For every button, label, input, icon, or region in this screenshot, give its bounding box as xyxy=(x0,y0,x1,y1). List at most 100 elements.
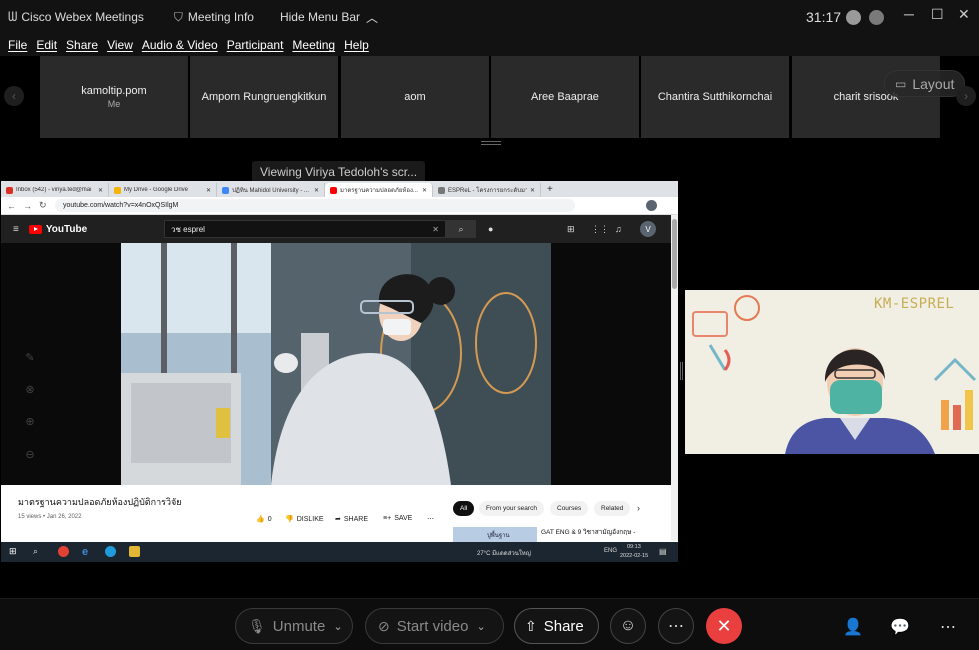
microphone-icon[interactable]: ● xyxy=(488,224,493,234)
browser-tab[interactable]: ปฏิทิน Mahidol University - ... ✕ xyxy=(217,183,325,197)
dislike-button[interactable]: 👎 DISLIKE xyxy=(285,515,324,524)
more-options-button[interactable]: ⋯ xyxy=(658,608,694,644)
menu-participant[interactable]: Participant xyxy=(227,38,284,52)
maximize-icon[interactable]: ☐ xyxy=(931,6,944,23)
clear-search-icon[interactable]: ✕ xyxy=(432,225,439,234)
chrome-icon[interactable] xyxy=(58,546,69,557)
start-video-button[interactable]: ⊘ Start video ⌄ xyxy=(365,608,504,644)
ie-icon[interactable]: e xyxy=(82,546,93,558)
apps-icon[interactable]: ⋮⋮ xyxy=(591,224,609,235)
menu-audio-video[interactable]: Audio & Video xyxy=(142,38,218,52)
windows-start-icon[interactable]: ⊞ xyxy=(9,546,20,557)
file-explorer-icon[interactable] xyxy=(129,546,140,557)
search-icon[interactable]: ⌕ xyxy=(33,546,44,557)
weather-text[interactable]: 27°C มีแดดส่วนใหญ่ xyxy=(477,548,531,558)
menu-view[interactable]: View xyxy=(107,38,133,52)
hamburger-menu-icon[interactable]: ≡ xyxy=(13,224,19,235)
participant-tile[interactable]: charit srisook xyxy=(792,56,940,138)
reload-icon[interactable]: ↻ xyxy=(39,200,47,211)
chevron-down-icon[interactable]: ⌄ xyxy=(333,620,342,633)
chip-all[interactable]: All xyxy=(453,501,475,516)
tab-close-icon[interactable]: ✕ xyxy=(206,187,211,194)
save-video-label: SAVE xyxy=(394,515,413,522)
menu-meeting[interactable]: Meeting xyxy=(292,38,335,52)
save-video-button[interactable]: ≡+ SAVE xyxy=(383,515,412,522)
unmute-button[interactable]: 🎙 Unmute ⌄ xyxy=(235,608,353,644)
title-bar: ᗯ Cisco Webex Meetings ⛉ Meeting Info Hi… xyxy=(0,0,979,34)
participant-tile[interactable]: kamoltip.pom Me xyxy=(40,56,188,138)
more-actions-icon[interactable]: ⋯ xyxy=(427,515,434,523)
avatar[interactable]: V xyxy=(640,221,656,237)
browser-tab-label: My Drive - Google Drive xyxy=(124,187,189,193)
network-status-icon[interactable] xyxy=(869,10,884,25)
browser-tab[interactable]: My Drive - Google Drive ✕ xyxy=(109,183,217,197)
minimize-icon[interactable]: ─ xyxy=(904,6,914,22)
menu-edit[interactable]: Edit xyxy=(36,38,57,52)
share-button[interactable]: ⇧ Share xyxy=(514,608,599,644)
close-icon[interactable]: ✕ xyxy=(958,6,970,23)
zoom-in-icon[interactable]: ⊕ xyxy=(24,415,36,428)
edge-icon[interactable] xyxy=(105,546,116,557)
zoom-out-icon[interactable]: ⊖ xyxy=(24,448,36,461)
chip-courses[interactable]: Courses xyxy=(550,501,589,516)
tab-close-icon[interactable]: ✕ xyxy=(530,187,535,194)
participants-icon[interactable]: 👤 xyxy=(842,616,864,638)
pane-resize-handle[interactable] xyxy=(680,362,683,380)
menu-file[interactable]: File xyxy=(8,38,27,52)
clock-time[interactable]: 09:13 xyxy=(627,544,641,550)
scroll-right-icon[interactable]: › xyxy=(956,86,976,106)
chat-icon[interactable]: 💬 xyxy=(889,616,911,638)
chip-related[interactable]: Related xyxy=(594,501,631,516)
chips-next-icon[interactable]: › xyxy=(637,503,640,513)
page-scrollbar-thumb[interactable] xyxy=(672,219,677,289)
participant-tile[interactable]: Aree Baaprae xyxy=(491,56,639,138)
microphone-muted-icon: 🎙 xyxy=(248,617,266,634)
browser-tab-active[interactable]: มาตรฐานความปลอดภัยห้อง... ✕ xyxy=(325,183,433,197)
video-player[interactable] xyxy=(121,243,551,485)
participant-tile[interactable]: Chantira Sutthikornchai xyxy=(641,56,789,138)
tab-close-icon[interactable]: ✕ xyxy=(98,187,103,194)
back-icon[interactable]: ← xyxy=(7,201,16,211)
chip-from-your-search[interactable]: From your search xyxy=(479,501,544,516)
like-button[interactable]: 👍 0 xyxy=(256,515,272,524)
chevron-down-icon[interactable]: ⌄ xyxy=(476,620,485,633)
forward-icon[interactable]: → xyxy=(23,201,32,211)
layout-button[interactable]: ▭ Layout xyxy=(884,70,966,97)
hide-menu-bar-button[interactable]: Hide Menu Bar ︿ xyxy=(280,9,378,26)
avatar-letter: V xyxy=(645,224,651,234)
create-video-icon[interactable]: ⊞ xyxy=(567,224,575,235)
profile-icon[interactable] xyxy=(646,200,657,211)
participant-tile[interactable]: Amporn Rungruengkitkun xyxy=(190,56,338,138)
language-indicator[interactable]: ENG xyxy=(604,548,617,554)
participant-tile[interactable]: aom xyxy=(341,56,489,138)
strip-resize-handle[interactable] xyxy=(481,141,501,145)
clock-date[interactable]: 2022-02-15 xyxy=(620,553,648,559)
presenter-video[interactable]: KM-ESPREL xyxy=(685,290,979,454)
browser-tab[interactable]: Inbox (542) - viriya.ted@mai ✕ xyxy=(1,183,109,197)
more-panels-icon[interactable]: ⋯ xyxy=(937,616,959,638)
scroll-left-icon[interactable]: ‹ xyxy=(4,86,24,106)
youtube-play-icon xyxy=(28,224,42,234)
menu-help[interactable]: Help xyxy=(344,38,369,52)
shared-screen: Inbox (542) - viriya.ted@mai ✕ My Drive … xyxy=(1,181,678,562)
url-field[interactable]: youtube.com/watch?v=x4nOxQSIlgM xyxy=(55,199,575,212)
end-call-button[interactable]: ✕ xyxy=(706,608,742,644)
bell-icon[interactable]: ♫ xyxy=(615,224,622,234)
suggestion-thumbnail[interactable]: ปูพื้นฐาน xyxy=(453,527,537,542)
meeting-info-button[interactable]: ⛉ Meeting Info xyxy=(174,10,254,25)
reactions-button[interactable]: ☺ xyxy=(610,608,646,644)
search-icon[interactable]: ⌕ xyxy=(446,220,476,238)
pointer-icon[interactable]: ⊗ xyxy=(24,383,36,396)
annotate-icon[interactable]: ✎ xyxy=(24,351,36,364)
tab-close-icon[interactable]: ✕ xyxy=(314,187,319,194)
youtube-logo[interactable]: YouTube xyxy=(28,224,87,235)
camera-off-icon: ⊘ xyxy=(378,617,390,634)
suggestion-title[interactable]: GAT ENG & 9 วิชาสามัญอังกฤษ - xyxy=(541,527,635,537)
youtube-search-input[interactable]: วช esprel ✕ xyxy=(164,220,446,238)
menu-share[interactable]: Share xyxy=(66,38,98,52)
new-tab-icon[interactable]: + xyxy=(547,184,553,195)
share-video-button[interactable]: ➦ SHARE xyxy=(335,515,368,524)
browser-tab[interactable]: ESPReL - โครงการยกระดับมาตร... ✕ xyxy=(433,183,541,197)
tab-close-icon[interactable]: ✕ xyxy=(422,187,427,194)
notifications-icon[interactable]: ▤ xyxy=(659,547,667,556)
